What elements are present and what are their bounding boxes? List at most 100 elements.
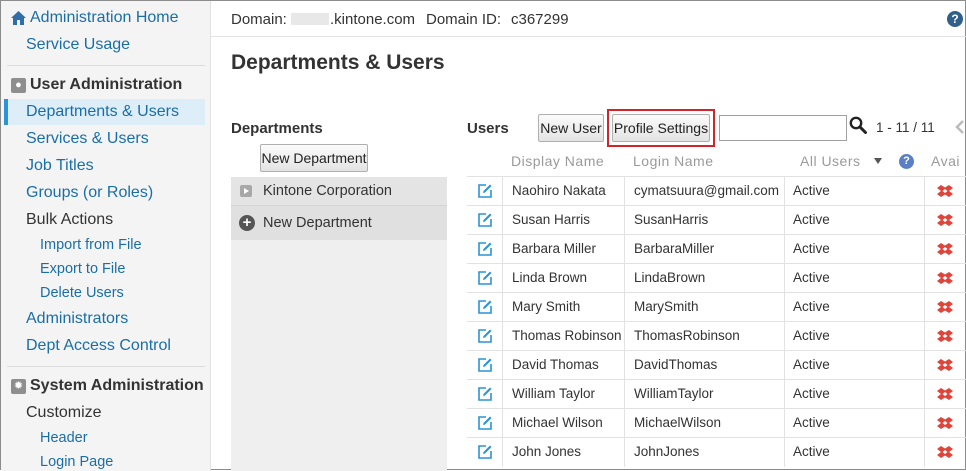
table-row[interactable]: William Taylor WilliamTaylor Active bbox=[467, 379, 966, 409]
edit-icon[interactable] bbox=[477, 212, 493, 228]
cell-status: Active bbox=[793, 212, 830, 227]
domain-id-value: c367299 bbox=[511, 11, 569, 28]
cell-status: Active bbox=[793, 328, 830, 343]
gear-icon: ✹ bbox=[11, 379, 26, 394]
column-header-display-name[interactable]: Display Name bbox=[511, 153, 604, 169]
cell-login-name: WilliamTaylor bbox=[634, 386, 714, 401]
profile-settings-button[interactable]: Profile Settings bbox=[612, 114, 710, 142]
column-divider bbox=[924, 264, 925, 293]
sidebar-item-dept-access-control[interactable]: Dept Access Control bbox=[26, 337, 171, 355]
sidebar-item-service-usage[interactable]: Service Usage bbox=[26, 36, 130, 54]
edit-icon[interactable] bbox=[477, 241, 493, 257]
sidebar-item-departments-users[interactable]: Departments & Users bbox=[26, 103, 179, 121]
department-item[interactable]: Kintone Corporation bbox=[231, 177, 447, 206]
edit-icon[interactable] bbox=[477, 357, 493, 373]
chevron-left-icon[interactable] bbox=[955, 120, 965, 134]
table-row[interactable]: Mary Smith MarySmith Active bbox=[467, 292, 966, 322]
sidebar-item-services-users[interactable]: Services & Users bbox=[26, 130, 149, 148]
cell-status: Active bbox=[793, 270, 830, 285]
edit-icon[interactable] bbox=[477, 270, 493, 286]
edit-icon[interactable] bbox=[477, 444, 493, 460]
cell-login-name: SusanHarris bbox=[634, 212, 709, 227]
sidebar-item-delete-users[interactable]: Delete Users bbox=[40, 285, 124, 301]
sidebar-item-header[interactable]: Header bbox=[40, 430, 88, 446]
sidebar-item-export-to-file[interactable]: Export to File bbox=[40, 261, 125, 277]
section-user-administration: User Administration bbox=[30, 76, 183, 93]
home-icon[interactable] bbox=[10, 10, 27, 26]
cell-display-name: Michael Wilson bbox=[512, 415, 603, 430]
domain-redaction bbox=[291, 13, 329, 25]
new-user-button[interactable]: New User bbox=[538, 114, 604, 142]
column-divider bbox=[624, 264, 625, 293]
add-circle-icon[interactable]: + bbox=[239, 215, 255, 231]
column-divider bbox=[624, 409, 625, 438]
column-divider bbox=[502, 293, 503, 322]
question-icon[interactable]: ? bbox=[899, 154, 914, 169]
column-divider bbox=[924, 409, 925, 438]
table-row[interactable]: John Jones JohnJones Active bbox=[467, 437, 966, 467]
column-divider bbox=[502, 206, 503, 235]
kintone-service-icon bbox=[937, 214, 953, 226]
column-divider bbox=[784, 322, 785, 351]
table-row[interactable]: Michael Wilson MichaelWilson Active bbox=[467, 408, 966, 438]
column-divider bbox=[924, 235, 925, 264]
cell-display-name: David Thomas bbox=[512, 357, 599, 372]
sidebar-item-import-from-file[interactable]: Import from File bbox=[40, 237, 142, 253]
column-divider bbox=[924, 322, 925, 351]
table-row[interactable]: Barbara Miller BarbaraMiller Active bbox=[467, 234, 966, 264]
column-divider bbox=[924, 438, 925, 467]
cell-display-name: Linda Brown bbox=[512, 270, 588, 285]
search-icon[interactable] bbox=[849, 116, 867, 134]
column-divider bbox=[624, 177, 625, 206]
sidebar-item-job-titles[interactable]: Job Titles bbox=[26, 157, 94, 175]
column-divider bbox=[502, 351, 503, 380]
sidebar-item-groups-roles[interactable]: Groups (or Roles) bbox=[26, 184, 153, 202]
table-row[interactable]: Susan Harris SusanHarris Active bbox=[467, 205, 966, 235]
cell-display-name: Susan Harris bbox=[512, 212, 591, 227]
edit-icon[interactable] bbox=[477, 183, 493, 199]
status-filter-select[interactable]: All Users bbox=[800, 153, 861, 169]
edit-icon[interactable] bbox=[477, 415, 493, 431]
expand-icon[interactable] bbox=[240, 185, 252, 197]
chevron-down-icon[interactable] bbox=[874, 158, 882, 164]
table-row[interactable]: Linda Brown LindaBrown Active bbox=[467, 263, 966, 293]
user-icon: ● bbox=[11, 78, 26, 93]
edit-icon[interactable] bbox=[477, 328, 493, 344]
edit-icon[interactable] bbox=[477, 386, 493, 402]
kintone-service-icon bbox=[937, 330, 953, 342]
kintone-service-icon bbox=[937, 243, 953, 255]
table-row[interactable]: Thomas Robinson ThomasRobinson Active bbox=[467, 321, 966, 351]
cell-login-name: ThomasRobinson bbox=[634, 328, 740, 343]
section-system-administration: System Administration bbox=[30, 377, 204, 394]
column-divider bbox=[784, 351, 785, 380]
column-divider bbox=[924, 351, 925, 380]
cell-login-name: BarbaraMiller bbox=[634, 241, 715, 256]
cell-display-name: Mary Smith bbox=[512, 299, 581, 314]
column-divider bbox=[784, 206, 785, 235]
table-row[interactable]: David Thomas DavidThomas Active bbox=[467, 350, 966, 380]
sidebar-item-administrators[interactable]: Administrators bbox=[26, 310, 128, 328]
search-input[interactable] bbox=[719, 115, 847, 141]
new-department-button[interactable]: New Department bbox=[260, 144, 368, 172]
kintone-service-icon bbox=[937, 185, 953, 197]
help-icon[interactable]: ? bbox=[947, 11, 963, 27]
cell-status: Active bbox=[793, 183, 830, 198]
sidebar-item-admin-home[interactable]: Administration Home bbox=[30, 9, 179, 27]
column-header-login-name[interactable]: Login Name bbox=[633, 153, 714, 169]
edit-icon[interactable] bbox=[477, 299, 493, 315]
department-item[interactable]: + New Department bbox=[231, 206, 447, 240]
cell-display-name: Naohiro Nakata bbox=[512, 183, 606, 198]
column-divider bbox=[624, 322, 625, 351]
sidebar-item-login-page[interactable]: Login Page bbox=[40, 454, 113, 470]
column-divider bbox=[924, 177, 925, 206]
column-divider bbox=[784, 438, 785, 467]
cell-status: Active bbox=[793, 357, 830, 372]
column-divider bbox=[502, 264, 503, 293]
sidebar-active-indicator bbox=[4, 99, 8, 125]
column-divider bbox=[924, 206, 925, 235]
cell-status: Active bbox=[793, 444, 830, 459]
column-divider bbox=[924, 380, 925, 409]
table-row[interactable]: Naohiro Nakata cymatsuura@gmail.com Active bbox=[467, 176, 966, 206]
department-tree: Kintone Corporation + New Department bbox=[231, 177, 447, 471]
column-header-available: Avai bbox=[931, 153, 960, 169]
